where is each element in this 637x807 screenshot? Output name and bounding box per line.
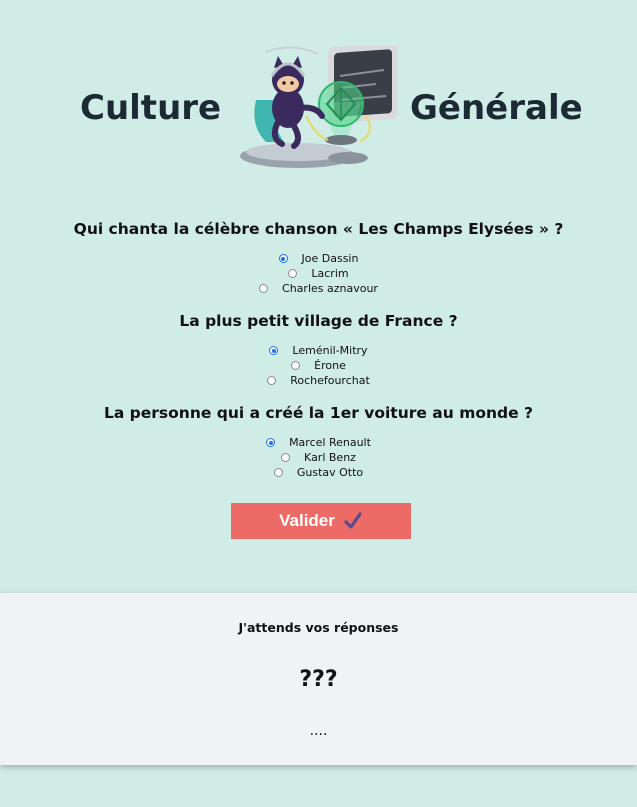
- submit-button[interactable]: Valider: [231, 503, 411, 539]
- radio-button[interactable]: [269, 346, 279, 355]
- radio-button[interactable]: [278, 254, 288, 263]
- options-group: Marcel Renault Karl Benz Gustav Otto: [0, 435, 637, 480]
- option-item[interactable]: Lacrim: [0, 266, 637, 281]
- option-label: Leménil-Mitry: [292, 344, 368, 357]
- question-text: Qui chanta la célèbre chanson « Les Cham…: [73, 220, 564, 238]
- option-item[interactable]: Rochefourchat: [0, 373, 637, 388]
- result-detail: ....: [309, 723, 328, 739]
- question-block: Qui chanta la célèbre chanson « Les Cham…: [0, 218, 637, 296]
- option-item[interactable]: Joe Dassin: [0, 251, 637, 266]
- quiz-form: Qui chanta la célèbre chanson « Les Cham…: [0, 218, 637, 494]
- header: Culture Générale: [0, 40, 637, 180]
- option-label: Lacrim: [311, 267, 349, 280]
- option-item[interactable]: Leménil-Mitry: [0, 343, 637, 358]
- radio-button[interactable]: [288, 269, 298, 278]
- option-label: Gustav Otto: [296, 466, 364, 479]
- radio-button[interactable]: [259, 284, 269, 293]
- options-group: Joe Dassin Lacrim Charles aznavour: [0, 251, 637, 296]
- option-item[interactable]: Érone: [0, 358, 637, 373]
- question-text: La plus petit village de France ?: [179, 312, 458, 330]
- option-item[interactable]: Marcel Renault: [0, 435, 637, 450]
- option-label: Charles aznavour: [282, 282, 378, 295]
- option-item[interactable]: Karl Benz: [0, 450, 637, 465]
- radio-button[interactable]: [267, 376, 277, 385]
- result-panel: J'attends vos réponses ??? ....: [0, 593, 637, 765]
- option-label: Érone: [314, 359, 346, 372]
- question-block: La plus petit village de France ? Leméni…: [0, 310, 637, 388]
- question-text: La personne qui a créé la 1er voiture au…: [103, 404, 534, 422]
- option-label: Marcel Renault: [289, 436, 371, 449]
- question-block: La personne qui a créé la 1er voiture au…: [0, 402, 637, 480]
- option-item[interactable]: Charles aznavour: [0, 281, 637, 296]
- options-group: Leménil-Mitry Érone Rochefourchat: [0, 343, 637, 388]
- result-score: ???: [299, 667, 338, 692]
- option-label: Rochefourchat: [290, 374, 370, 387]
- submit-label: Valider: [279, 511, 335, 530]
- title-right: Générale: [410, 88, 583, 128]
- radio-button[interactable]: [266, 438, 276, 447]
- title-left: Culture: [80, 88, 222, 128]
- option-label: Karl Benz: [304, 451, 356, 464]
- octocat-scientist-icon: [240, 46, 398, 168]
- radio-button[interactable]: [273, 468, 283, 477]
- checkmark-icon: [344, 512, 362, 529]
- option-label: Joe Dassin: [301, 252, 359, 265]
- result-title: J'attends vos réponses: [238, 620, 399, 635]
- radio-button[interactable]: [291, 361, 301, 370]
- option-item[interactable]: Gustav Otto: [0, 465, 637, 480]
- radio-button[interactable]: [281, 453, 291, 462]
